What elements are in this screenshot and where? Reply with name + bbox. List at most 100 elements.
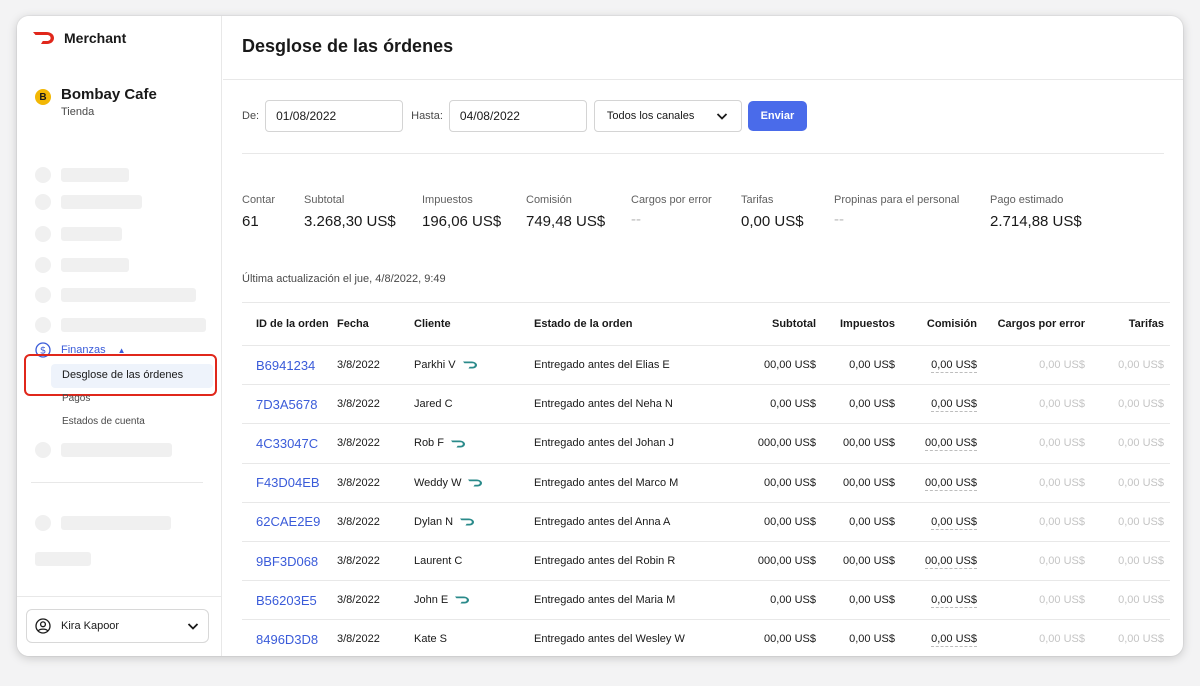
commission-value[interactable]: 0,00 US$ (931, 594, 977, 609)
table-row[interactable]: B6941234 3/8/2022 Parkhi V Entregado antes … (242, 345, 1170, 386)
dasher-dash-icon (450, 440, 465, 448)
table-row[interactable]: 7D3A5678 3/8/2022 Jared C Entregado antes d… (242, 384, 1170, 425)
placeholder-bar (35, 552, 91, 566)
table-row[interactable]: 4C33047C 3/8/2022 Rob F Entregado antes del… (242, 423, 1170, 464)
nav-placeholder (35, 167, 129, 183)
order-id-link[interactable]: B56203E5 (242, 580, 337, 621)
app-window: Merchant B Bombay Cafe Tienda $ Finanzas… (17, 16, 1183, 656)
commission-value[interactable]: 00,00 US$ (925, 555, 977, 570)
to-date-input[interactable]: 04/08/2022 (448, 100, 587, 132)
fees-cell: 0,00 US$ (1085, 463, 1170, 503)
order-id-link[interactable]: B6941234 (242, 345, 337, 386)
customer-cell: Parkhi V (414, 345, 534, 386)
subtotal-cell: 0,00 US$ (706, 384, 816, 425)
customer-name: Parkhi V (414, 359, 456, 372)
placeholder-bar (61, 288, 196, 302)
divider (242, 153, 1164, 154)
placeholder-bar (61, 258, 129, 272)
stat-error-charges: Cargos por error -- (631, 194, 712, 228)
stat-value: 749,48 US$ (526, 213, 606, 230)
column-header[interactable]: Cliente (414, 302, 534, 346)
customer-cell: John E (414, 580, 534, 621)
channel-select[interactable]: Todos los canales (593, 100, 742, 132)
from-date-input[interactable]: 01/08/2022 (265, 100, 404, 132)
commission-value[interactable]: 0,00 US$ (931, 633, 977, 648)
nav-placeholder (35, 287, 196, 303)
nav-placeholder (35, 317, 206, 333)
column-header[interactable]: Comisión (895, 302, 977, 346)
table-row[interactable]: 8496D3D8 3/8/2022 Kate S Entregado antes de… (242, 619, 1170, 656)
table-row[interactable]: B56203E5 3/8/2022 John E Entregado antes de… (242, 580, 1170, 621)
fees-cell: 0,00 US$ (1085, 580, 1170, 621)
commission-value[interactable]: 0,00 US$ (931, 359, 977, 374)
submit-button[interactable]: Enviar (747, 101, 807, 131)
commission-cell: 00,00 US$ (895, 463, 977, 503)
commission-value[interactable]: 00,00 US$ (925, 476, 977, 491)
user-menu[interactable]: Kira Kapoor (26, 609, 209, 643)
tax-cell: 0,00 US$ (816, 580, 895, 621)
error-charge-cell: 0,00 US$ (977, 384, 1085, 425)
column-header[interactable]: Impuestos (816, 302, 895, 346)
sidebar-item-payments[interactable]: Pagos (62, 393, 90, 404)
order-date: 3/8/2022 (337, 423, 414, 464)
subtotal-cell: 00,00 US$ (706, 502, 816, 542)
store-type: Tienda (61, 106, 95, 118)
stat-estimated-payout: Pago estimado 2.714,88 US$ (990, 194, 1082, 230)
commission-value[interactable]: 00,00 US$ (925, 437, 977, 452)
order-id-link[interactable]: 62CAE2E9 (242, 502, 337, 542)
nav-placeholder (35, 442, 172, 458)
placeholder-bar (61, 318, 206, 332)
fees-cell: 0,00 US$ (1085, 541, 1170, 582)
column-header[interactable]: Cargos por error (977, 302, 1085, 346)
error-charge-cell: 0,00 US$ (977, 619, 1085, 656)
order-id-link[interactable]: 9BF3D068 (242, 541, 337, 582)
stat-label: Contar (242, 194, 276, 206)
main-content: Desglose de las órdenes De: 01/08/2022 H… (223, 16, 1183, 656)
table-row[interactable]: F43D04EB 3/8/2022 Weddy W Entregado antes d… (242, 463, 1170, 503)
sidebar-item-statements[interactable]: Estados de cuenta (62, 416, 145, 427)
table-row[interactable]: 62CAE2E9 3/8/2022 Dylan N Entregado antes d… (242, 502, 1170, 542)
filter-bar: De: 01/08/2022 Hasta: 04/08/2022 Todos l… (242, 100, 807, 132)
brand[interactable]: Merchant (32, 30, 126, 46)
order-id-link[interactable]: F43D04EB (242, 463, 337, 503)
order-status: Entregado antes del Wesley W (534, 619, 706, 656)
order-id-link[interactable]: 7D3A5678 (242, 384, 337, 425)
column-header[interactable]: ID de la orden (242, 302, 337, 346)
subtotal-cell: 00,00 US$ (706, 345, 816, 386)
nav-placeholder (35, 226, 122, 242)
tax-cell: 0,00 US$ (816, 619, 895, 656)
order-id-link[interactable]: 4C33047C (242, 423, 337, 464)
order-date: 3/8/2022 (337, 580, 414, 621)
orders-table: ID de la orden Fecha Cliente Estado de l… (242, 302, 1170, 656)
commission-value[interactable]: 0,00 US$ (931, 515, 977, 530)
error-charge-cell: 0,00 US$ (977, 463, 1085, 503)
commission-cell: 0,00 US$ (895, 580, 977, 621)
store-avatar: B (35, 89, 51, 105)
customer-cell: Laurent C (414, 541, 534, 582)
customer-name: Weddy W (414, 476, 462, 489)
dasher-dash-icon (455, 596, 470, 604)
order-date: 3/8/2022 (337, 345, 414, 386)
order-id-link[interactable]: 8496D3D8 (242, 619, 337, 656)
store-switcher[interactable]: B Bombay Cafe Tienda (35, 86, 157, 118)
commission-value[interactable]: 0,00 US$ (931, 398, 977, 413)
tax-cell: 00,00 US$ (816, 463, 895, 503)
commission-cell: 0,00 US$ (895, 619, 977, 656)
column-header[interactable]: Tarifas (1085, 302, 1170, 346)
placeholder-icon (35, 167, 51, 183)
order-status: Entregado antes del Marco M (534, 463, 706, 503)
customer-cell: Kate S (414, 619, 534, 656)
stat-label: Pago estimado (990, 194, 1064, 206)
stat-commission: Comisión 749,48 US$ (526, 194, 605, 230)
column-header[interactable]: Estado de la orden (534, 302, 706, 346)
table-row[interactable]: 9BF3D068 3/8/2022 Laurent C Entregado antes… (242, 541, 1170, 582)
placeholder-icon (35, 287, 51, 303)
subtotal-cell: 00,00 US$ (706, 463, 816, 503)
stat-label: Subtotal (304, 194, 345, 206)
divider (31, 482, 203, 483)
placeholder-icon (35, 226, 51, 242)
column-header[interactable]: Subtotal (706, 302, 816, 346)
column-header[interactable]: Fecha (337, 302, 414, 346)
order-status: Entregado antes del Elias E (534, 345, 706, 386)
placeholder-bar (61, 227, 122, 241)
